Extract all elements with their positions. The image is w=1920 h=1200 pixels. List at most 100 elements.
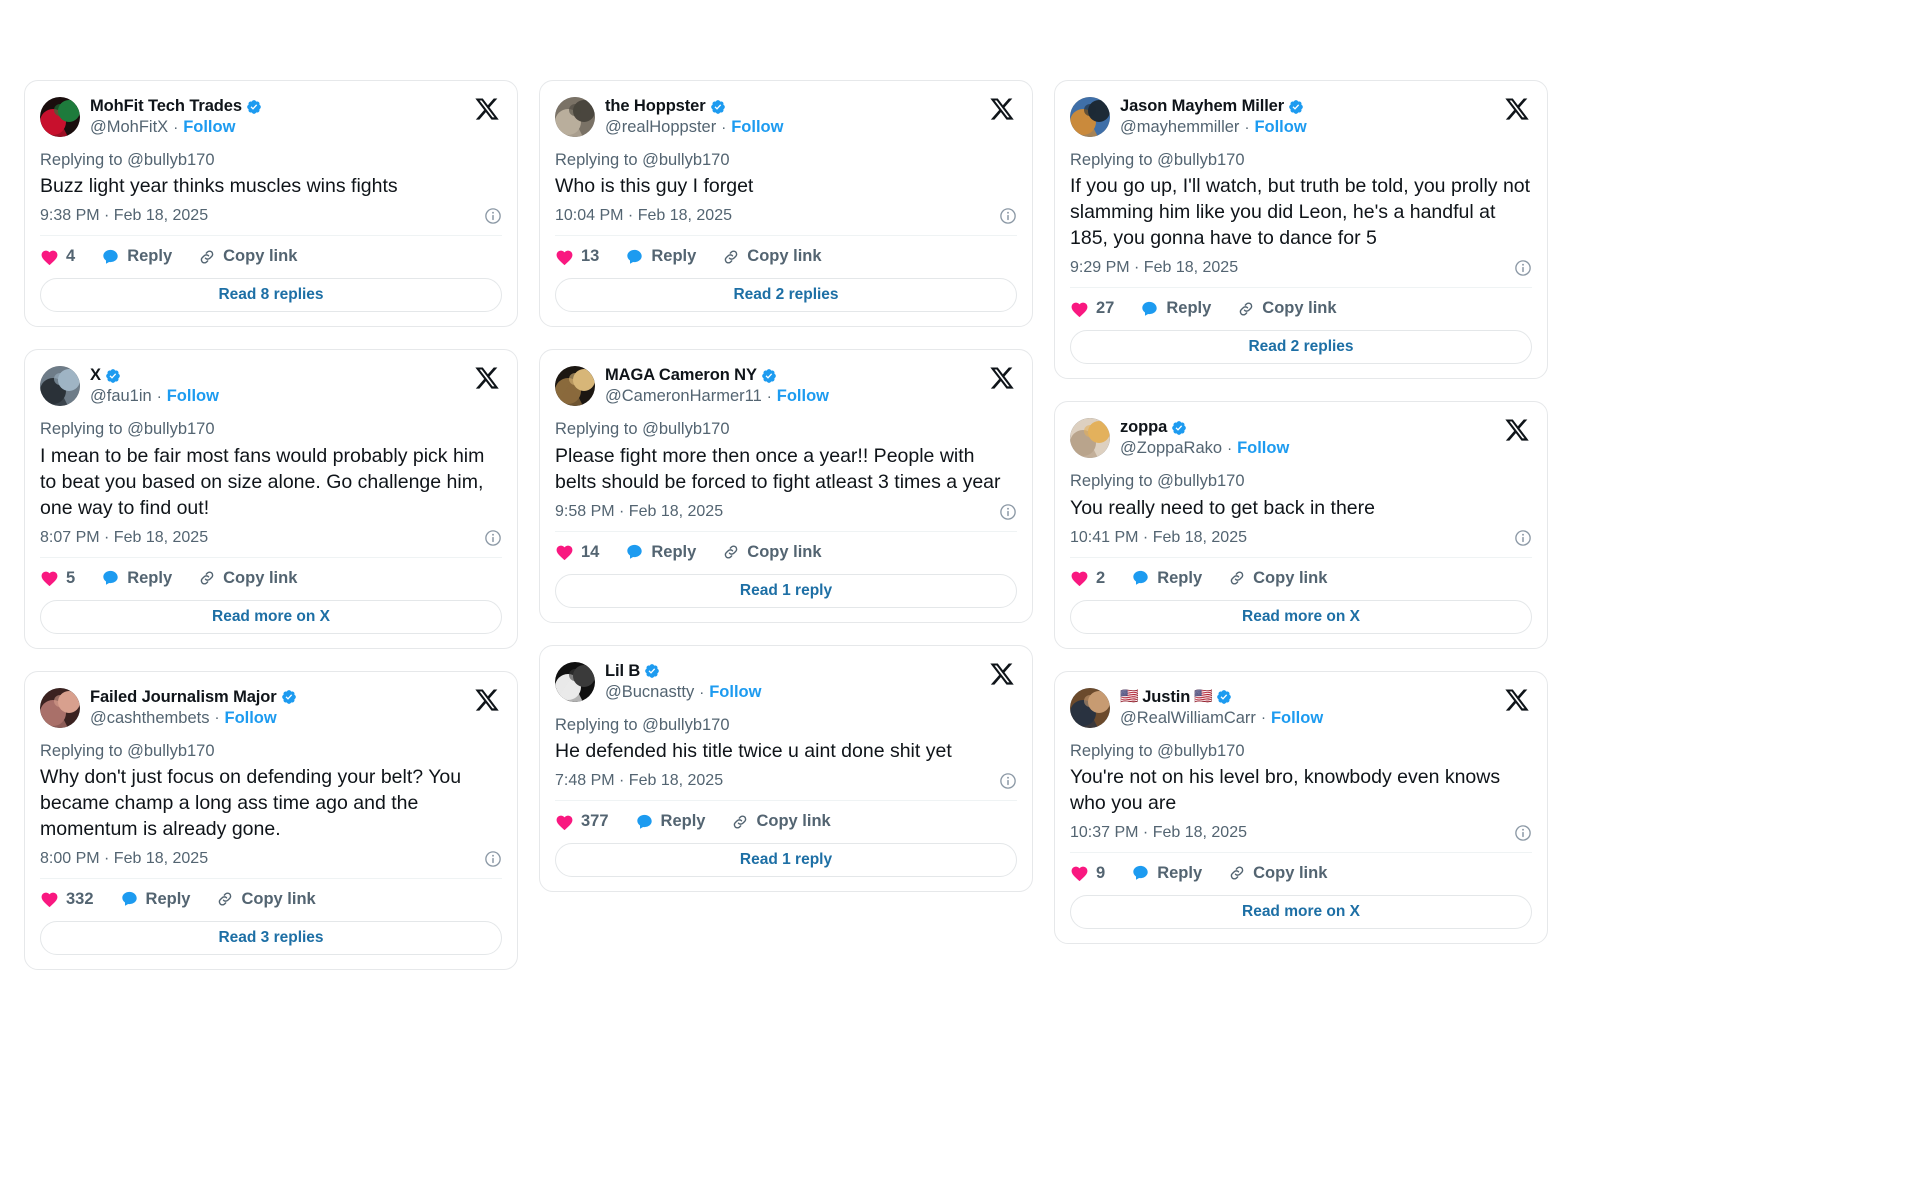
like-action[interactable]: 332 <box>40 890 94 909</box>
reply-action[interactable]: Reply <box>1140 299 1211 318</box>
copy-link-action[interactable]: Copy link <box>731 812 831 831</box>
copy-link-action[interactable]: Copy link <box>722 543 822 562</box>
heart-icon[interactable] <box>40 248 59 266</box>
copy-link-icon[interactable] <box>731 813 749 831</box>
author-identity[interactable]: 🇺🇸 Justin 🇺🇸 @RealWilliamCarr · Follow <box>1070 686 1323 730</box>
like-action[interactable]: 4 <box>40 247 75 266</box>
heart-icon[interactable] <box>555 813 574 831</box>
like-action[interactable]: 13 <box>555 247 599 266</box>
reply-action[interactable]: Reply <box>120 890 190 909</box>
follow-button[interactable]: Follow <box>1237 439 1289 458</box>
like-action[interactable]: 377 <box>555 812 609 831</box>
heart-icon[interactable] <box>40 569 59 587</box>
reply-bubble-icon[interactable] <box>120 890 139 908</box>
info-icon[interactable] <box>1514 259 1532 277</box>
x-logo-icon[interactable] <box>474 687 500 713</box>
reply-bubble-icon[interactable] <box>1140 300 1159 318</box>
follow-button[interactable]: Follow <box>224 709 276 728</box>
handle[interactable]: @realHoppster <box>605 118 716 137</box>
read-replies-button[interactable]: Read more on X <box>1070 894 1532 929</box>
avatar[interactable] <box>40 97 80 137</box>
copy-link-action[interactable]: Copy link <box>216 890 316 909</box>
read-replies-button[interactable]: Read 3 replies <box>40 920 502 955</box>
reply-action[interactable]: Reply <box>635 812 705 831</box>
follow-button[interactable]: Follow <box>167 387 219 406</box>
info-icon[interactable] <box>1514 529 1532 547</box>
info-icon[interactable] <box>484 850 502 868</box>
copy-link-action[interactable]: Copy link <box>722 247 822 266</box>
reply-bubble-icon[interactable] <box>635 813 654 831</box>
x-logo-icon[interactable] <box>989 365 1015 391</box>
copy-link-icon[interactable] <box>216 890 234 908</box>
reply-action[interactable]: Reply <box>1131 569 1202 588</box>
info-icon[interactable] <box>999 207 1017 225</box>
heart-icon[interactable] <box>555 248 574 266</box>
reply-action[interactable]: Reply <box>101 569 172 588</box>
reply-action[interactable]: Reply <box>101 247 172 266</box>
author-identity[interactable]: Failed Journalism Major @cashthembets · … <box>40 686 297 730</box>
info-icon[interactable] <box>999 503 1017 521</box>
copy-link-action[interactable]: Copy link <box>198 247 297 266</box>
like-action[interactable]: 2 <box>1070 569 1105 588</box>
copy-link-action[interactable]: Copy link <box>1228 569 1327 588</box>
read-replies-button[interactable]: Read more on X <box>40 599 502 634</box>
author-identity[interactable]: Jason Mayhem Miller @mayhemmiller · Foll… <box>1070 95 1307 139</box>
handle[interactable]: @mayhemmiller <box>1120 118 1239 137</box>
reply-bubble-icon[interactable] <box>101 569 120 587</box>
reply-bubble-icon[interactable] <box>625 543 644 561</box>
x-logo-icon[interactable] <box>989 96 1015 122</box>
x-logo-icon[interactable] <box>474 365 500 391</box>
like-action[interactable]: 9 <box>1070 864 1105 883</box>
copy-link-action[interactable]: Copy link <box>198 569 297 588</box>
copy-link-icon[interactable] <box>198 248 216 266</box>
handle[interactable]: @CameronHarmer11 <box>605 387 762 406</box>
info-icon[interactable] <box>1514 824 1532 842</box>
follow-button[interactable]: Follow <box>731 118 783 137</box>
read-replies-button[interactable]: Read 1 reply <box>555 573 1017 608</box>
reply-action[interactable]: Reply <box>1131 864 1202 883</box>
avatar[interactable] <box>555 97 595 137</box>
read-replies-button[interactable]: Read 1 reply <box>555 843 1017 877</box>
handle[interactable]: @ZoppaRako <box>1120 439 1222 458</box>
avatar[interactable] <box>1070 687 1110 728</box>
copy-link-icon[interactable] <box>198 569 216 587</box>
copy-link-icon[interactable] <box>1228 569 1246 587</box>
handle[interactable]: @fau1in <box>90 387 152 406</box>
handle[interactable]: @cashthembets <box>90 709 209 728</box>
author-identity[interactable]: MohFit Tech Trades @MohFitX · Follow <box>40 95 262 139</box>
author-identity[interactable]: MAGA Cameron NY @CameronHarmer11 · Follo… <box>555 364 829 408</box>
heart-icon[interactable] <box>1070 300 1089 318</box>
read-replies-button[interactable]: Read 2 replies <box>555 278 1017 313</box>
read-replies-button[interactable]: Read more on X <box>1070 599 1532 634</box>
reply-bubble-icon[interactable] <box>1131 569 1150 587</box>
info-icon[interactable] <box>999 772 1017 790</box>
read-replies-button[interactable]: Read 8 replies <box>40 278 502 313</box>
author-identity[interactable]: the Hoppster @realHoppster · Follow <box>555 95 783 139</box>
copy-link-icon[interactable] <box>722 248 740 266</box>
author-identity[interactable]: zoppa @ZoppaRako · Follow <box>1070 416 1289 460</box>
x-logo-icon[interactable] <box>1504 417 1530 443</box>
avatar[interactable] <box>40 366 80 407</box>
heart-icon[interactable] <box>1070 569 1089 587</box>
author-identity[interactable]: X @fau1in · Follow <box>40 364 219 408</box>
copy-link-action[interactable]: Copy link <box>1237 299 1337 318</box>
copy-link-icon[interactable] <box>1237 300 1255 318</box>
like-action[interactable]: 5 <box>40 569 75 588</box>
reply-bubble-icon[interactable] <box>625 248 644 266</box>
x-logo-icon[interactable] <box>1504 687 1530 713</box>
avatar[interactable] <box>555 366 595 407</box>
heart-icon[interactable] <box>555 543 574 561</box>
follow-button[interactable]: Follow <box>709 683 761 702</box>
follow-button[interactable]: Follow <box>1271 709 1323 728</box>
follow-button[interactable]: Follow <box>1254 118 1306 137</box>
reply-bubble-icon[interactable] <box>101 248 120 266</box>
heart-icon[interactable] <box>1070 864 1089 882</box>
reply-action[interactable]: Reply <box>625 247 696 266</box>
handle[interactable]: @Bucnastty <box>605 683 694 702</box>
copy-link-action[interactable]: Copy link <box>1228 864 1327 883</box>
author-identity[interactable]: Lil B @Bucnastty · Follow <box>555 660 761 704</box>
x-logo-icon[interactable] <box>474 96 500 122</box>
x-logo-icon[interactable] <box>1504 96 1530 122</box>
like-action[interactable]: 27 <box>1070 299 1114 318</box>
follow-button[interactable]: Follow <box>777 387 829 406</box>
